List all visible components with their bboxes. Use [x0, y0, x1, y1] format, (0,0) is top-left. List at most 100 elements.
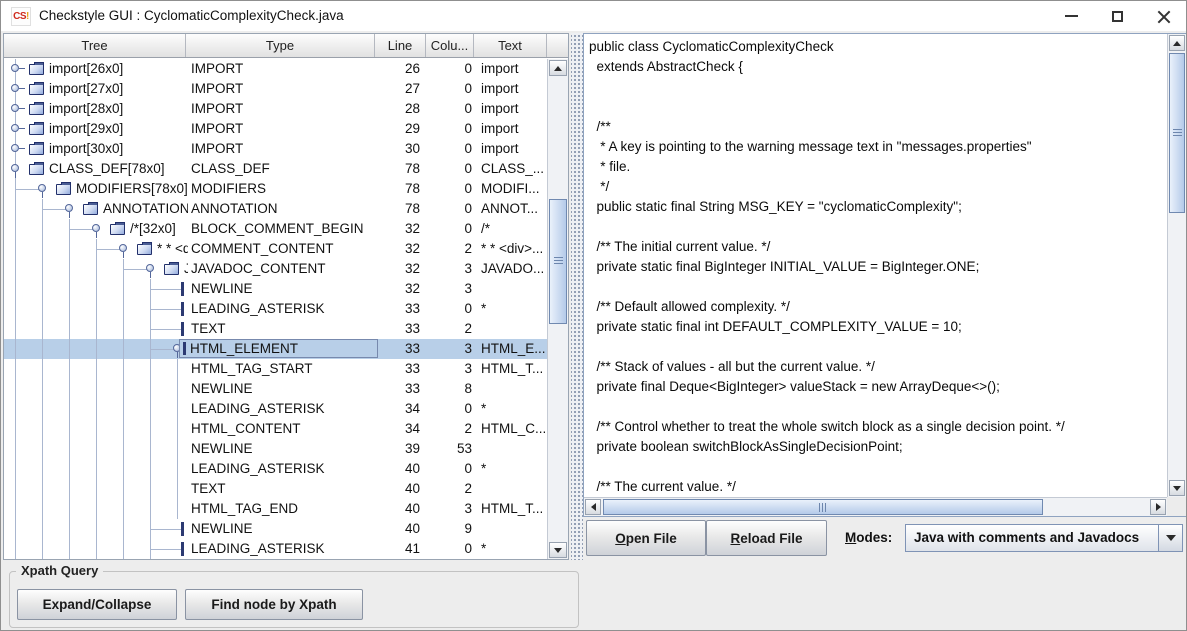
tree-guide-line: [69, 299, 70, 319]
table-row[interactable]: HTML_TAG_END403HTML_T...: [4, 499, 547, 519]
line-cell: 78: [375, 161, 420, 176]
scroll-left-button[interactable]: [585, 499, 601, 515]
folder-icon: [164, 264, 179, 275]
line-cell: 39: [375, 441, 420, 456]
reload-file-button[interactable]: Reload File: [706, 520, 827, 556]
table-row[interactable]: * * <div>...COMMENT_CONTENT322* * <div>.…: [4, 239, 547, 259]
scroll-right-button[interactable]: [1150, 499, 1166, 515]
type-cell: LEADING_ASTERISK: [191, 461, 375, 476]
tree-expand-handle[interactable]: [38, 184, 46, 192]
source-code-view[interactable]: public class CyclomaticComplexityCheck e…: [584, 34, 1167, 497]
table-row[interactable]: JAVADOC_CONTENTJAVADOC_CONTENT323JAVADO.…: [4, 259, 547, 279]
tree-guide-line: [69, 319, 70, 339]
table-row[interactable]: LEADING_ASTERISK410*: [4, 539, 547, 559]
text-cell: import: [481, 101, 547, 116]
tree-guide-line: [69, 459, 70, 479]
tree-guide-line: [42, 359, 43, 379]
tree-cell: MODIFIERS[78x0]: [4, 179, 188, 199]
table-row[interactable]: LEADING_ASTERISK340*: [4, 399, 547, 419]
tree-expand-handle[interactable]: [146, 264, 154, 272]
table-header: Tree Type Line Colu... Text: [4, 34, 568, 58]
tree-node-label: * * <div>...: [157, 241, 188, 256]
line-cell: 40: [375, 461, 420, 476]
code-vertical-scrollbar[interactable]: [1167, 34, 1186, 497]
code-horizontal-scrollbar[interactable]: [584, 497, 1167, 516]
expand-collapse-button[interactable]: Expand/Collapse: [17, 589, 177, 620]
tree-guide-line: [123, 479, 124, 499]
line-cell: 40: [375, 481, 420, 496]
selected-node-box[interactable]: HTML_ELEMENT: [179, 339, 378, 358]
tree-guide-line: [69, 439, 70, 459]
parse-mode-combobox[interactable]: Java with comments and Javadocs: [905, 524, 1183, 552]
tree-guide-line: [150, 459, 151, 479]
tree-guide-line: [69, 539, 70, 559]
code-scrollbar-thumb[interactable]: [1169, 53, 1185, 213]
column-header-column[interactable]: Colu...: [426, 34, 474, 57]
table-row[interactable]: /*[32x0]BLOCK_COMMENT_BEGIN320/*: [4, 219, 547, 239]
folder-icon: [137, 244, 152, 255]
table-row[interactable]: LEADING_ASTERISK330*: [4, 299, 547, 319]
table-row[interactable]: LEADING_ASTERISK400*: [4, 459, 547, 479]
table-row[interactable]: import[30x0]IMPORT300import: [4, 139, 547, 159]
folder-icon: [83, 204, 98, 215]
table-row[interactable]: NEWLINE323: [4, 279, 547, 299]
table-row[interactable]: import[27x0]IMPORT270import: [4, 79, 547, 99]
tree-expand-handle[interactable]: [11, 124, 19, 132]
table-row[interactable]: import[26x0]IMPORT260import: [4, 59, 547, 79]
table-row[interactable]: HTML_TAG_START333HTML_T...: [4, 359, 547, 379]
table-row[interactable]: NEWLINE338: [4, 379, 547, 399]
close-button[interactable]: [1140, 1, 1186, 31]
tree-guide-line: [96, 379, 97, 399]
tree-expand-handle[interactable]: [119, 244, 127, 252]
tree-guide-line: [150, 379, 151, 399]
find-node-by-xpath-button[interactable]: Find node by Xpath: [185, 589, 363, 620]
table-row[interactable]: HTML_CONTENT342HTML_C...: [4, 419, 547, 439]
tree-expand-handle[interactable]: [11, 144, 19, 152]
tree-cell: [4, 319, 188, 339]
open-file-button[interactable]: Open File: [586, 520, 706, 556]
table-row[interactable]: TEXT402: [4, 479, 547, 499]
table-row[interactable]: import[29x0]IMPORT290import: [4, 119, 547, 139]
tree-guide-line: [123, 339, 124, 359]
tree-guide-line: [96, 359, 97, 379]
tree-guide-line: [123, 299, 124, 319]
table-row[interactable]: TEXT332: [4, 319, 547, 339]
tree-expand-handle[interactable]: [11, 84, 19, 92]
table-row[interactable]: ANNOTATION[78x0]ANNOTATION780ANNOT...: [4, 199, 547, 219]
type-cell: IMPORT: [191, 81, 375, 96]
table-row[interactable]: NEWLINE3953: [4, 439, 547, 459]
tree-vertical-scrollbar[interactable]: [547, 59, 568, 559]
code-hscrollbar-thumb[interactable]: [603, 499, 1043, 515]
column-header-type[interactable]: Type: [186, 34, 375, 57]
scroll-down-button[interactable]: [549, 542, 567, 558]
tree-expand-handle[interactable]: [11, 164, 19, 172]
tree-cell: [4, 339, 188, 359]
scroll-up-button[interactable]: [1169, 35, 1185, 51]
table-row[interactable]: CLASS_DEF[78x0]CLASS_DEF780CLASS_...: [4, 159, 547, 179]
tree-guide-line: [15, 539, 16, 559]
column-header-tree[interactable]: Tree: [4, 34, 186, 57]
tree-expand-handle[interactable]: [11, 104, 19, 112]
tree-expand-handle[interactable]: [65, 204, 73, 212]
minimize-button[interactable]: [1048, 1, 1094, 31]
column-header-text[interactable]: Text: [474, 34, 547, 57]
tree-expand-handle[interactable]: [92, 224, 100, 232]
tree-expand-handle[interactable]: [11, 64, 19, 72]
type-cell: NEWLINE: [191, 441, 375, 456]
table-row[interactable]: import[28x0]IMPORT280import: [4, 99, 547, 119]
leaf-node-icon: [183, 342, 186, 355]
xpath-query-title: Xpath Query: [16, 563, 103, 578]
column-header-line[interactable]: Line: [375, 34, 426, 57]
combobox-dropdown-button[interactable]: [1158, 525, 1182, 551]
tree-cell: import[29x0]: [4, 119, 188, 139]
table-row[interactable]: NEWLINE409: [4, 519, 547, 539]
table-row[interactable]: MODIFIERS[78x0]MODIFIERS780MODIFI...: [4, 179, 547, 199]
maximize-button[interactable]: [1094, 1, 1140, 31]
scroll-down-button[interactable]: [1169, 480, 1185, 496]
scrollbar-grip-icon: [819, 503, 828, 512]
table-row[interactable]: HTML_ELEMENT333HTML_E...: [4, 339, 547, 359]
tree-scrollbar-thumb[interactable]: [549, 199, 567, 324]
tree-guide-line: [96, 279, 97, 299]
split-pane-divider[interactable]: [571, 33, 583, 560]
scroll-up-button[interactable]: [549, 60, 567, 76]
